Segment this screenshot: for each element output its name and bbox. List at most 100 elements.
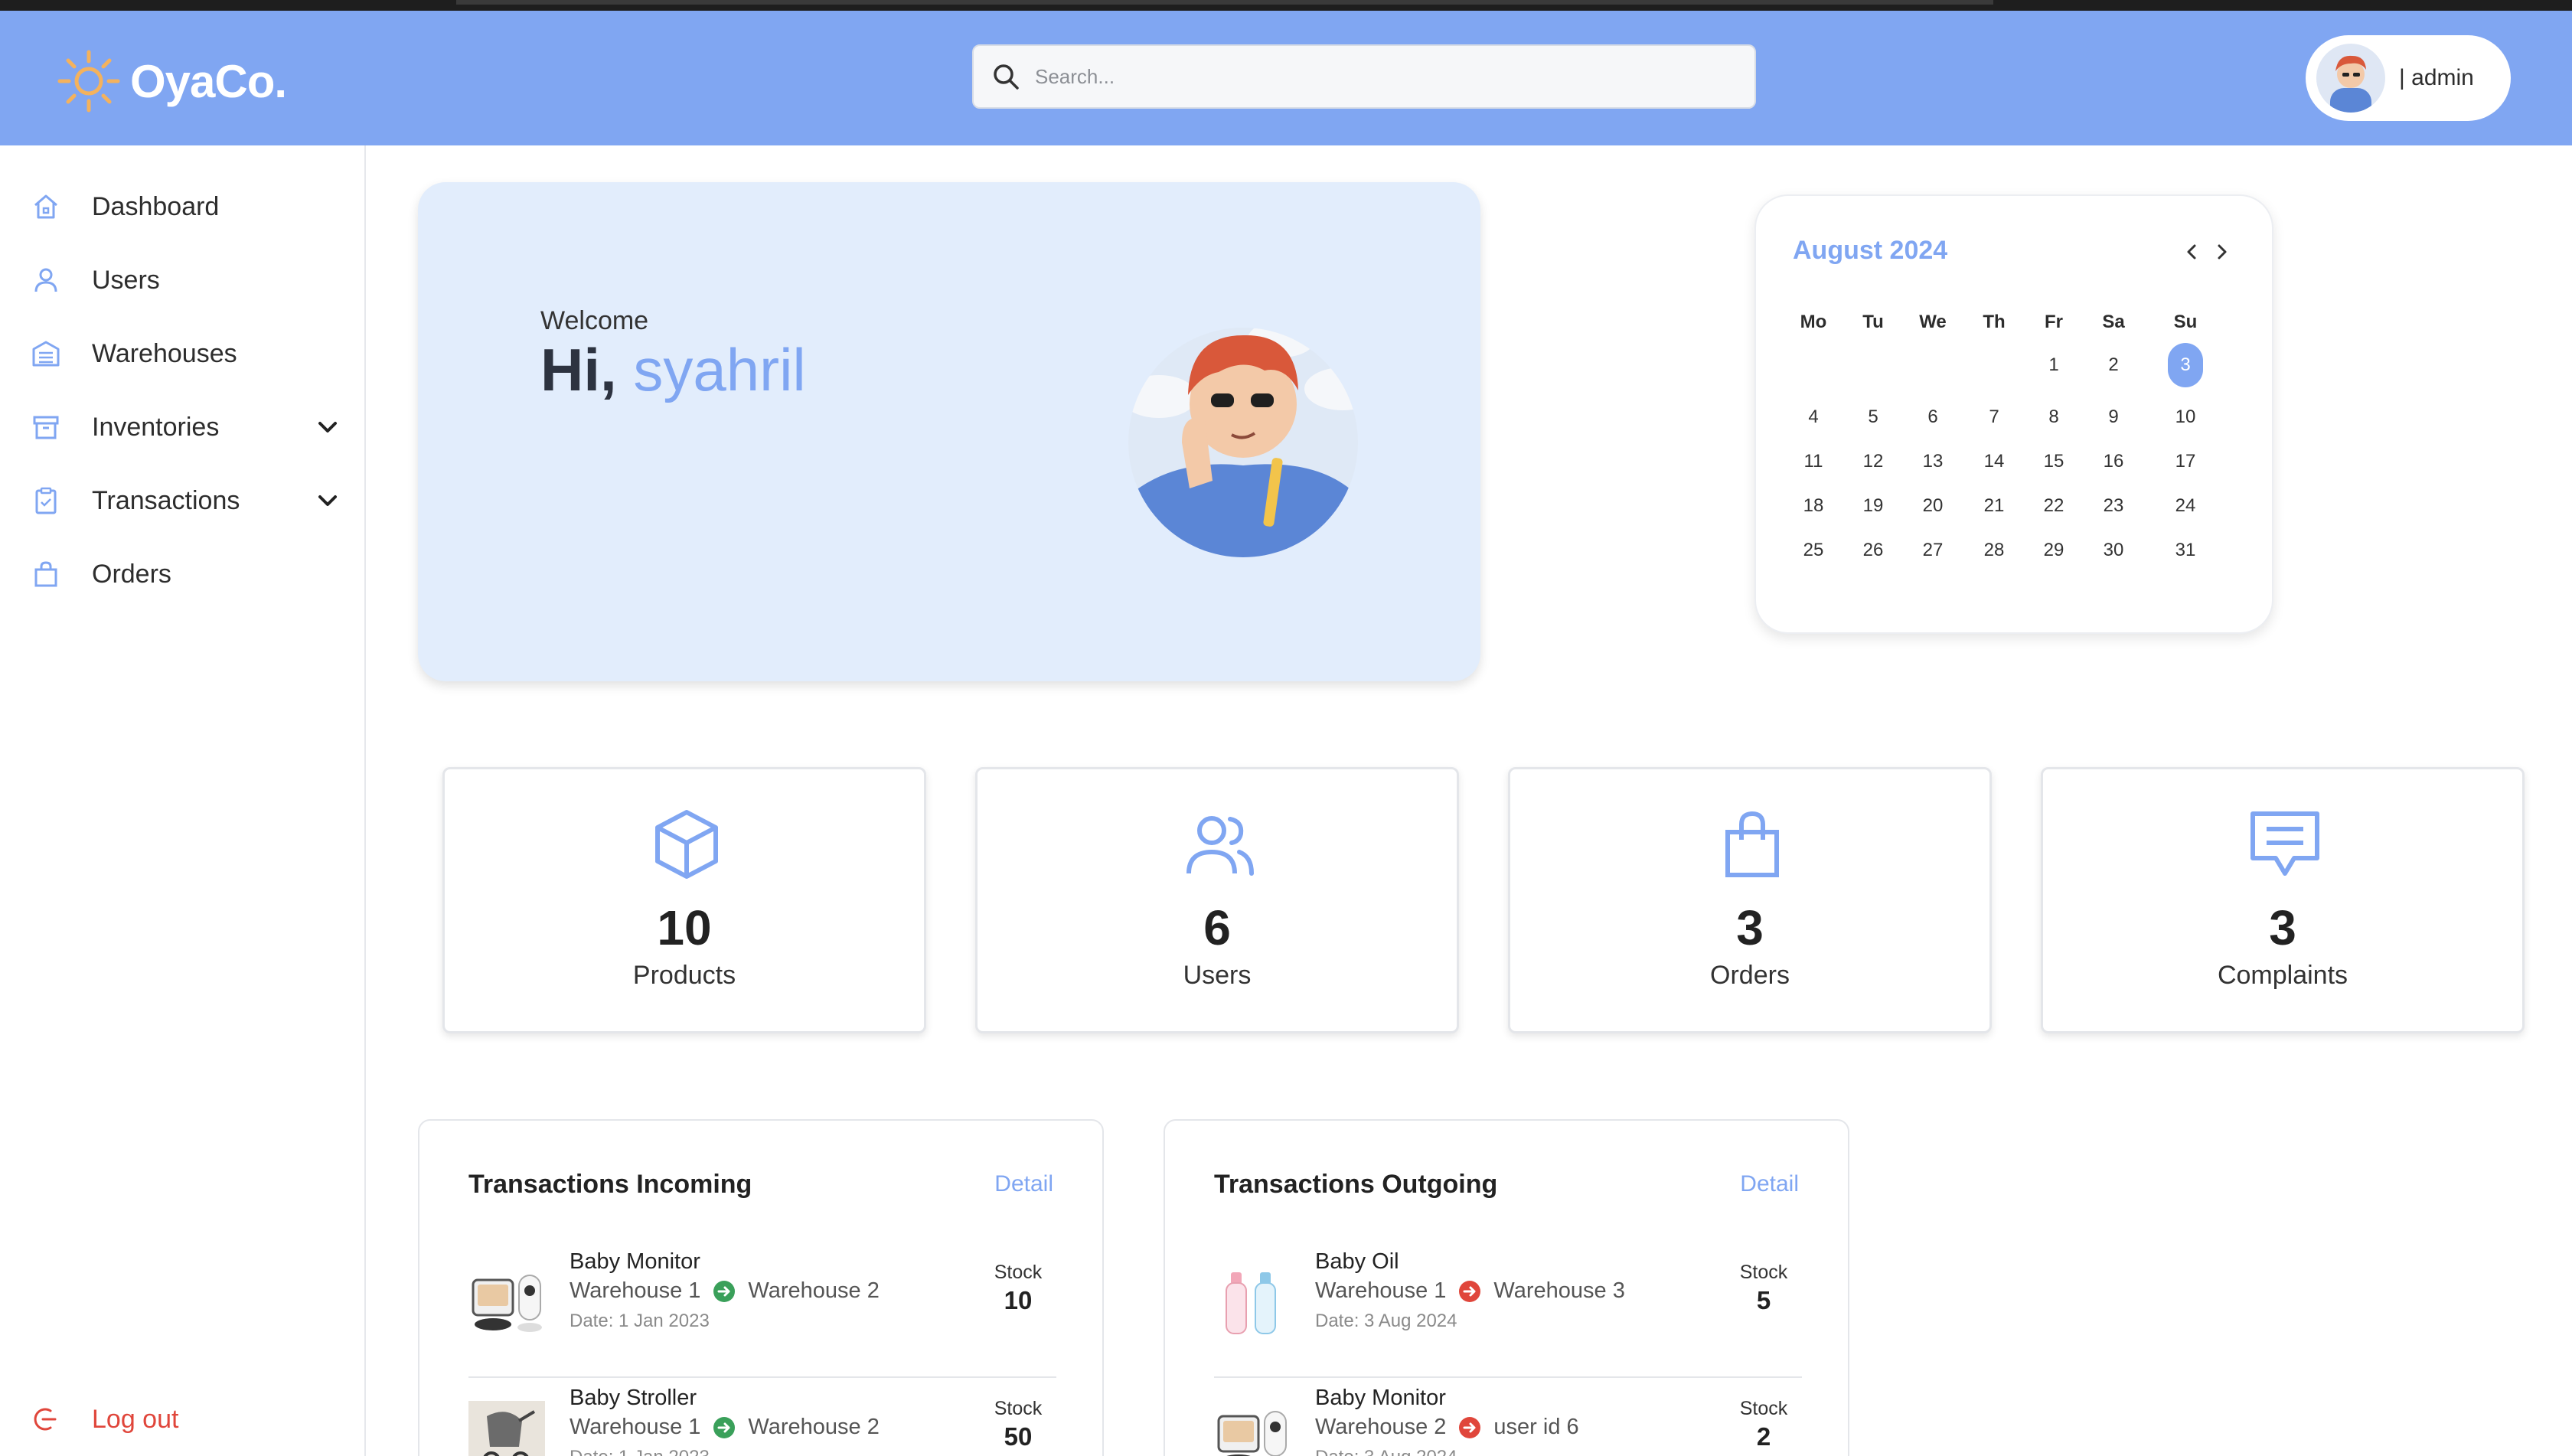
calendar-day[interactable]: 18: [1788, 487, 1839, 525]
calendar-day[interactable]: 28: [1969, 531, 2019, 570]
shopping-bag-icon: [1725, 811, 1779, 877]
transfer-route: Warehouse 1 Warehouse 3: [1315, 1278, 1625, 1304]
search-input[interactable]: [1035, 64, 1724, 89]
product-name: Baby Stroller: [570, 1386, 697, 1410]
stock-value: 2: [1756, 1422, 1771, 1451]
stock-value: 5: [1756, 1286, 1771, 1314]
stat-card-users[interactable]: 6 Users: [975, 767, 1459, 1033]
calendar-day-today[interactable]: 3: [2160, 343, 2211, 387]
calendar-weekday-header: We: [1919, 312, 1947, 332]
baby-stroller-image: [468, 1401, 545, 1456]
box-icon: [655, 810, 718, 879]
transaction-row[interactable]: Baby Monitor Warehouse 1 Warehouse 2 Dat…: [468, 1242, 1056, 1378]
arrow-right-circle-icon: [1459, 1416, 1481, 1438]
calendar-day[interactable]: 25: [1788, 531, 1839, 570]
user-role: | admin: [2399, 65, 2474, 90]
stock-label: Stock: [994, 1262, 1043, 1283]
welcome-text: Welcome: [540, 306, 649, 335]
search-icon: [994, 64, 1019, 90]
logout-label: Log out: [92, 1404, 179, 1434]
route-from: Warehouse 2: [1315, 1415, 1447, 1439]
calendar-day[interactable]: 21: [1969, 487, 2019, 525]
stat-label: Products: [632, 961, 736, 990]
calendar-weekday-header: Tu: [1862, 312, 1884, 332]
transaction-row[interactable]: Baby Stroller Warehouse 1 Warehouse 2 Da…: [468, 1378, 1056, 1456]
window-tab-strip: [456, 0, 1993, 5]
chevron-left-icon[interactable]: [2179, 239, 2205, 265]
sidebar-item-label: Users: [92, 265, 160, 295]
panel-title: Transactions Incoming: [468, 1170, 752, 1199]
calendar-day[interactable]: 27: [1908, 531, 1958, 570]
sidebar-item-transactions[interactable]: Transactions: [0, 470, 364, 531]
logout-button[interactable]: Log out: [0, 1389, 364, 1450]
product-name: Baby Monitor: [570, 1249, 700, 1274]
calendar-day[interactable]: 22: [2029, 487, 2079, 525]
stat-value: 3: [1736, 900, 1764, 955]
route-to: Warehouse 2: [748, 1278, 880, 1303]
home-icon: [34, 194, 57, 219]
transaction-date: Date: 1 Jan 2023: [570, 1311, 710, 1331]
calendar-day[interactable]: 24: [2160, 487, 2211, 525]
user-icon: [34, 268, 57, 292]
stat-card-orders[interactable]: 3 Orders: [1508, 767, 1992, 1033]
calendar-day[interactable]: 2: [2088, 346, 2139, 384]
sidebar-item-orders[interactable]: Orders: [0, 544, 364, 605]
calendar-day[interactable]: 7: [1969, 398, 2019, 436]
stock-label: Stock: [1739, 1398, 1788, 1419]
warehouse-icon: [32, 341, 60, 367]
user-menu[interactable]: | admin: [2306, 35, 2511, 121]
calendar-day[interactable]: 13: [1908, 442, 1958, 481]
stock-label: Stock: [994, 1398, 1043, 1419]
stat-card-complaints[interactable]: 3 Complaints: [2041, 767, 2525, 1033]
calendar-day[interactable]: 11: [1788, 442, 1839, 481]
stat-card-products[interactable]: 10 Products: [442, 767, 926, 1033]
sidebar-item-warehouses[interactable]: Warehouses: [0, 323, 364, 384]
calendar-day[interactable]: 31: [2160, 531, 2211, 570]
user-avatar-illustration: [1128, 328, 1358, 557]
calendar-day[interactable]: 16: [2088, 442, 2139, 481]
calendar-day[interactable]: 17: [2160, 442, 2211, 481]
archive-icon: [33, 416, 59, 439]
stat-label: Complaints: [2217, 961, 2348, 990]
calendar-day[interactable]: 23: [2088, 487, 2139, 525]
sidebar-item-users[interactable]: Users: [0, 250, 364, 311]
calendar-day[interactable]: 26: [1848, 531, 1898, 570]
search-bar[interactable]: [972, 44, 1756, 109]
calendar-day[interactable]: 29: [2029, 531, 2079, 570]
sidebar-item-label: Transactions: [92, 485, 240, 515]
calendar-day[interactable]: 9: [2088, 398, 2139, 436]
chevron-down-icon[interactable]: [312, 412, 343, 442]
sidebar-item-label: Warehouses: [92, 338, 237, 368]
calendar-day[interactable]: 5: [1848, 398, 1898, 436]
calendar-day[interactable]: 8: [2029, 398, 2079, 436]
sidebar-item-label: Dashboard: [92, 191, 220, 221]
brand-name: OyaCo.: [130, 55, 287, 107]
top-header: OyaCo. | admin: [0, 11, 2572, 145]
outgoing-detail-link[interactable]: Detail: [1740, 1171, 1799, 1197]
calendar-day[interactable]: 1: [2029, 346, 2079, 384]
calendar-day[interactable]: 10: [2160, 398, 2211, 436]
clipboard-icon: [35, 487, 57, 514]
calendar-day[interactable]: 15: [2029, 442, 2079, 481]
product-name: Baby Oil: [1315, 1249, 1399, 1274]
calendar-day[interactable]: 30: [2088, 531, 2139, 570]
transactions-outgoing-panel: Transactions Outgoing Detail Baby Oil Wa…: [1164, 1119, 1849, 1456]
calendar-day[interactable]: 12: [1848, 442, 1898, 481]
chevron-right-icon[interactable]: [2209, 239, 2235, 265]
calendar-day[interactable]: 4: [1788, 398, 1839, 436]
calendar-day[interactable]: 14: [1969, 442, 2019, 481]
chevron-down-icon[interactable]: [312, 485, 343, 516]
stat-label: Users: [1183, 961, 1252, 990]
sidebar-item-inventories[interactable]: Inventories: [0, 397, 364, 458]
sidebar-item-dashboard[interactable]: Dashboard: [0, 176, 364, 237]
brand-logo[interactable]: OyaCo.: [54, 44, 287, 118]
sidebar-item-label: Orders: [92, 559, 171, 589]
calendar-day[interactable]: 20: [1908, 487, 1958, 525]
transaction-row[interactable]: Baby Oil Warehouse 1 Warehouse 3 Date: 3…: [1214, 1242, 1802, 1378]
route-to: Warehouse 3: [1493, 1278, 1625, 1303]
incoming-detail-link[interactable]: Detail: [994, 1171, 1053, 1197]
greeting-heading: Hi, syahril: [540, 335, 806, 405]
calendar-day[interactable]: 6: [1908, 398, 1958, 436]
calendar-day[interactable]: 19: [1848, 487, 1898, 525]
transaction-row[interactable]: Baby Monitor Warehouse 2 user id 6 Date:…: [1214, 1378, 1802, 1456]
